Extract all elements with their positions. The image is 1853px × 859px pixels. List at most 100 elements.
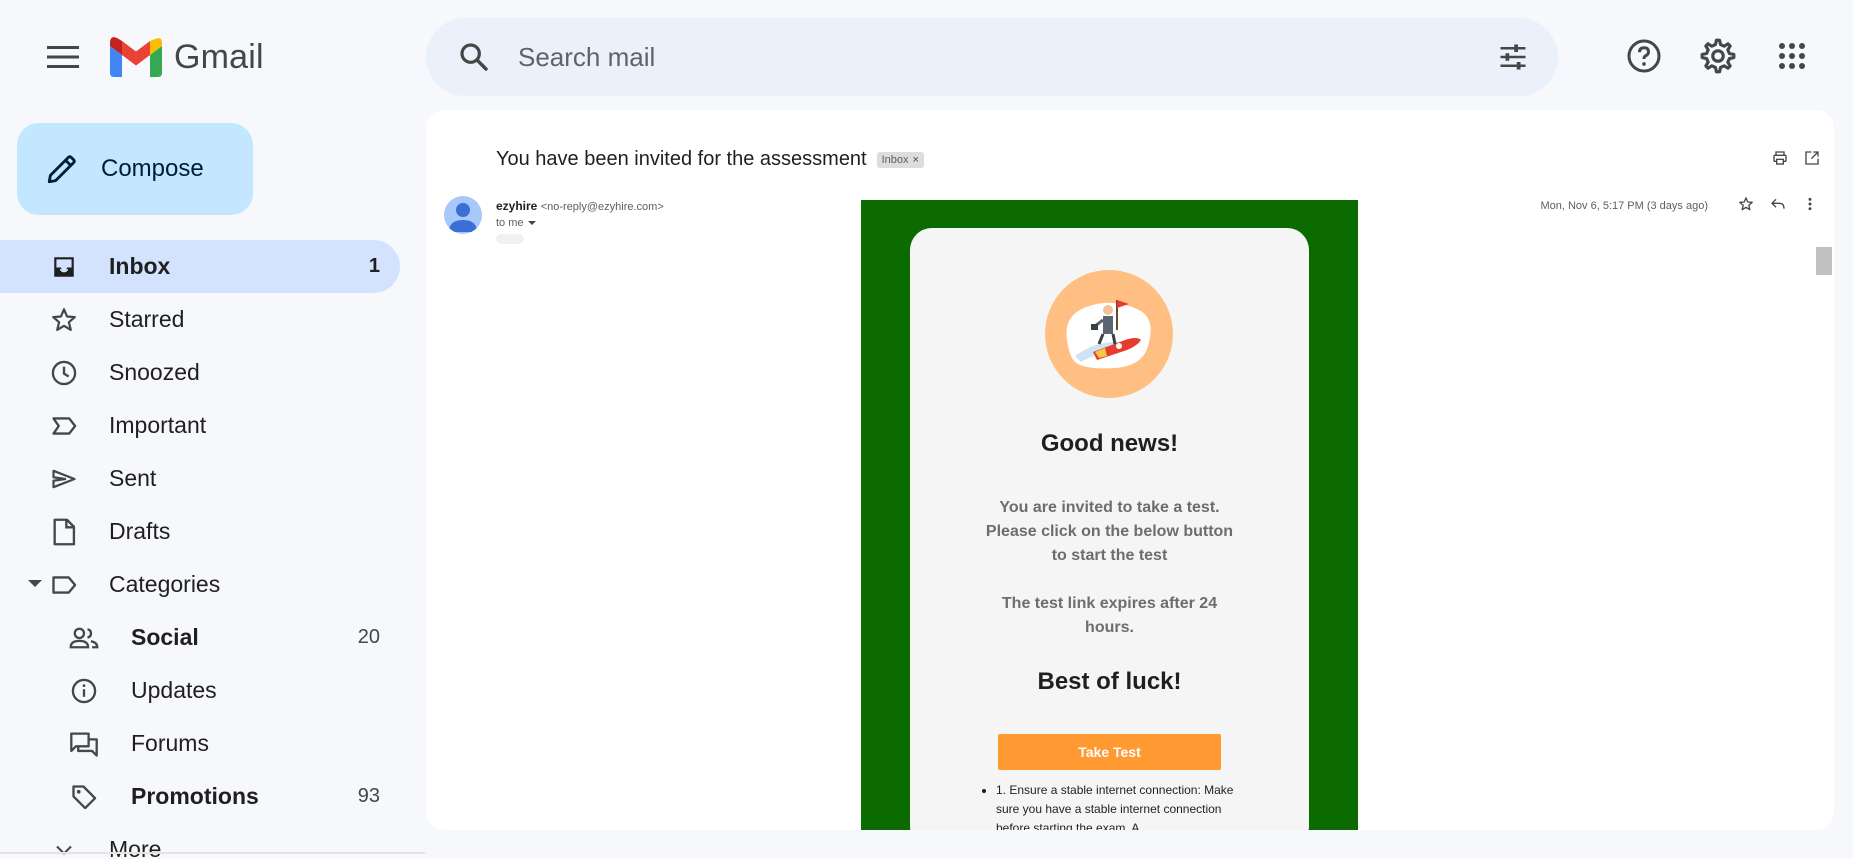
subject-text: You have been invited for the assessment (496, 148, 867, 170)
sender-email: <no-reply@ezyhire.com> (540, 201, 664, 213)
sidebar-item-categories[interactable]: Categories (0, 558, 400, 611)
sidebar-item-label: Categories (109, 571, 221, 597)
help-button[interactable] (1620, 32, 1668, 80)
unread-count: 1 (368, 255, 380, 277)
important-icon (48, 410, 80, 442)
rocket-illustration (1045, 270, 1173, 398)
draft-icon (48, 516, 80, 548)
sidebar-item-forums[interactable]: Forums (0, 717, 400, 770)
email-card: Good news! You are invited to take a tes… (910, 228, 1309, 830)
sidebar-item-label: Promotions (131, 783, 259, 809)
compose-label: Compose (101, 155, 204, 182)
pencil-icon (47, 155, 76, 184)
person-icon (449, 203, 477, 232)
forum-icon (68, 728, 100, 760)
top-bar: Gmail (0, 0, 1853, 114)
sidebar-item-updates[interactable]: Updates (0, 664, 400, 717)
message-view: You have been invited for the assessment… (426, 110, 1834, 830)
sidebar-item-label: Social (131, 624, 199, 650)
rocket-person-icon (1066, 300, 1151, 369)
inbox-label-badge[interactable]: Inbox × (876, 151, 924, 168)
recipient-text: to me (496, 217, 524, 229)
info-icon (68, 675, 100, 707)
search-button[interactable] (446, 29, 502, 85)
compose-button[interactable]: Compose (17, 123, 253, 215)
sidebar-item-snoozed[interactable]: Snoozed (0, 346, 400, 399)
apps-button[interactable] (1768, 32, 1816, 80)
expiry-message: The test link expires after 24 hours. (1001, 595, 1218, 636)
settings-icon (1700, 38, 1736, 74)
unread-count: 93 (357, 785, 380, 807)
send-icon (48, 463, 80, 495)
star-icon (1739, 197, 1753, 211)
email-subject: You have been invited for the assessment… (496, 148, 924, 171)
clock-icon (48, 357, 80, 389)
star-icon (48, 304, 80, 336)
sidebar-item-drafts[interactable]: Drafts (0, 505, 400, 558)
unread-count: 20 (357, 626, 380, 648)
sidebar-item-label: Updates (131, 677, 217, 703)
more-vert-icon (1808, 197, 1812, 211)
details-dropdown-icon[interactable] (527, 221, 536, 225)
instruction-item: 1. Ensure a stable internet connection: … (996, 781, 1236, 830)
reply-button[interactable] (1770, 196, 1786, 212)
remove-label-button[interactable]: × (913, 154, 919, 166)
main-menu-button[interactable] (40, 34, 86, 80)
more-options-button[interactable] (1802, 196, 1818, 212)
scrollbar-thumb[interactable] (1816, 247, 1832, 275)
badge-label: Inbox (881, 153, 909, 166)
app-name: Gmail (174, 37, 264, 76)
open-in-new-icon (1805, 151, 1819, 165)
sidebar-item-promotions[interactable]: Promotions 93 (0, 770, 400, 823)
search-icon (460, 43, 488, 71)
sender-name[interactable]: ezyhire (496, 199, 537, 213)
people-icon (68, 622, 100, 654)
search-bar[interactable] (426, 18, 1558, 96)
search-input[interactable] (518, 41, 1478, 73)
good-luck-heading: Best of luck! (1037, 668, 1182, 695)
sidebar-item-important[interactable]: Important (0, 399, 400, 452)
instructions-list: 1. Ensure a stable internet connection: … (996, 781, 1236, 830)
sidebar-item-label: Snoozed (109, 359, 200, 385)
tag-icon (68, 781, 100, 813)
sender-avatar[interactable] (444, 196, 482, 234)
label-icon (48, 569, 80, 601)
inbox-icon (48, 251, 80, 283)
sidebar-item-label: Forums (131, 730, 209, 756)
email-date: Mon, Nov 6, 5:17 PM (3 days ago) (1540, 200, 1708, 212)
header-actions (1620, 32, 1816, 80)
sidebar-divider (0, 852, 425, 854)
reply-icon (1771, 198, 1785, 209)
gmail-logo[interactable]: Gmail (110, 36, 264, 78)
search-options-button[interactable] (1490, 34, 1536, 80)
collapse-caret-icon[interactable] (28, 580, 42, 587)
take-test-button[interactable]: Take Test (998, 734, 1221, 770)
sidebar-item-starred[interactable]: Starred (0, 293, 400, 346)
print-icon (1773, 151, 1787, 165)
open-new-window-button[interactable] (1804, 150, 1820, 166)
sidebar-item-sent[interactable]: Sent (0, 452, 400, 505)
sidebar-item-social[interactable]: Social 20 (0, 611, 400, 664)
gmail-m-icon (110, 37, 162, 77)
recipient-details[interactable]: to me (496, 217, 536, 229)
sidebar-nav: Inbox 1 Starred Snoozed Important Sent D… (0, 240, 410, 859)
print-button[interactable] (1772, 150, 1788, 166)
tune-icon (1500, 44, 1526, 70)
show-trimmed-content[interactable] (496, 234, 524, 244)
chevron-down-icon (48, 834, 80, 859)
sender-info: ezyhire <no-reply@ezyhire.com> (496, 199, 664, 213)
sidebar-item-label: More (109, 836, 162, 859)
help-icon (1627, 39, 1661, 73)
sidebar-item-inbox[interactable]: Inbox 1 (0, 240, 400, 293)
sidebar-item-label: Inbox (109, 253, 171, 279)
sidebar-item-label: Drafts (109, 518, 171, 544)
sidebar-item-label: Important (109, 412, 207, 438)
settings-button[interactable] (1694, 32, 1742, 80)
menu-icon (47, 46, 79, 68)
sidebar-item-label: Starred (109, 306, 185, 332)
thread-actions (1772, 150, 1820, 166)
message-actions (1738, 196, 1818, 212)
sidebar-item-label: Sent (109, 465, 157, 491)
star-button[interactable] (1738, 196, 1754, 212)
email-heading: Good news! (1040, 430, 1179, 457)
